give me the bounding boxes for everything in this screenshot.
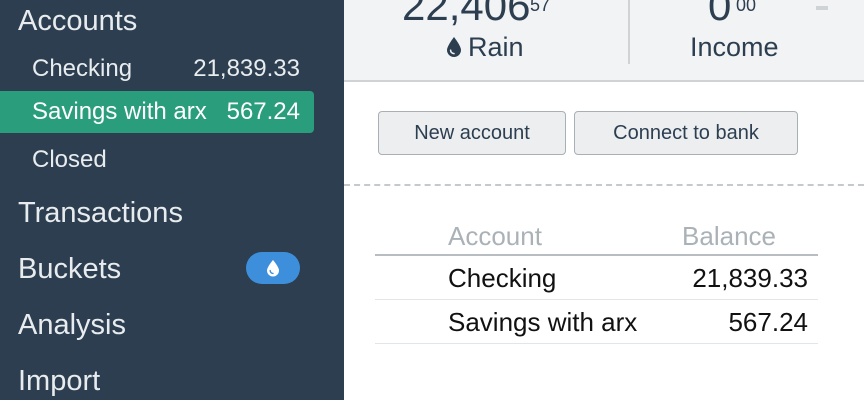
sidebar-item-amount: 567.24 xyxy=(226,98,300,125)
sidebar-section-transactions[interactable]: Transactions xyxy=(18,196,183,230)
sidebar-item-checking[interactable]: Checking 21,839.33 xyxy=(0,48,314,90)
account-name[interactable]: Checking xyxy=(448,256,556,300)
new-account-button[interactable]: New account xyxy=(378,111,566,155)
table-row[interactable]: Savings with arx 567.24 xyxy=(375,300,818,344)
sidebar-section-buckets[interactable]: Buckets xyxy=(18,252,121,286)
account-name[interactable]: Savings with arx xyxy=(448,300,637,344)
column-header-account[interactable]: Account xyxy=(448,220,542,252)
table-header: Account Balance xyxy=(375,220,818,256)
sidebar-section-accounts[interactable]: Accounts xyxy=(18,4,137,38)
accounts-table: Account Balance Checking 21,839.33 Savin… xyxy=(375,220,818,344)
sidebar-item-amount: 21,839.33 xyxy=(193,55,300,82)
sidebar-item-label: Checking xyxy=(32,55,133,82)
stat-separator-dash xyxy=(816,6,828,10)
sidebar-item-label: Closed xyxy=(32,146,107,173)
buckets-rain-badge[interactable] xyxy=(246,252,300,284)
section-divider xyxy=(344,184,864,186)
droplet-icon xyxy=(447,37,461,57)
sidebar-section-import[interactable]: Import xyxy=(18,364,100,398)
table-row[interactable]: Checking 21,839.33 xyxy=(375,256,818,300)
rain-label: Rain xyxy=(468,32,524,62)
income-label: Income xyxy=(690,32,779,62)
account-balance: 567.24 xyxy=(728,307,808,337)
rain-cents: 57 xyxy=(530,0,551,15)
sidebar-item-closed[interactable]: Closed xyxy=(0,139,314,181)
income-cents: 00 xyxy=(736,0,757,15)
account-balance: 21,839.33 xyxy=(692,263,808,293)
sidebar-section-analysis[interactable]: Analysis xyxy=(18,308,126,342)
income-value: 0 xyxy=(708,0,732,29)
summary-bar: 22,406 57 Rain 0 00 Income xyxy=(344,0,864,82)
rain-value: 22,406 xyxy=(402,0,531,29)
droplet-icon xyxy=(267,260,279,277)
connect-to-bank-button[interactable]: Connect to bank xyxy=(574,111,798,155)
sidebar: Accounts Checking 21,839.33 Savings with… xyxy=(0,0,344,400)
sidebar-item-label: Savings with arx xyxy=(32,98,207,125)
column-header-balance[interactable]: Balance xyxy=(682,220,776,252)
sidebar-item-savings[interactable]: Savings with arx 567.24 xyxy=(0,91,314,133)
stat-divider xyxy=(628,0,630,64)
